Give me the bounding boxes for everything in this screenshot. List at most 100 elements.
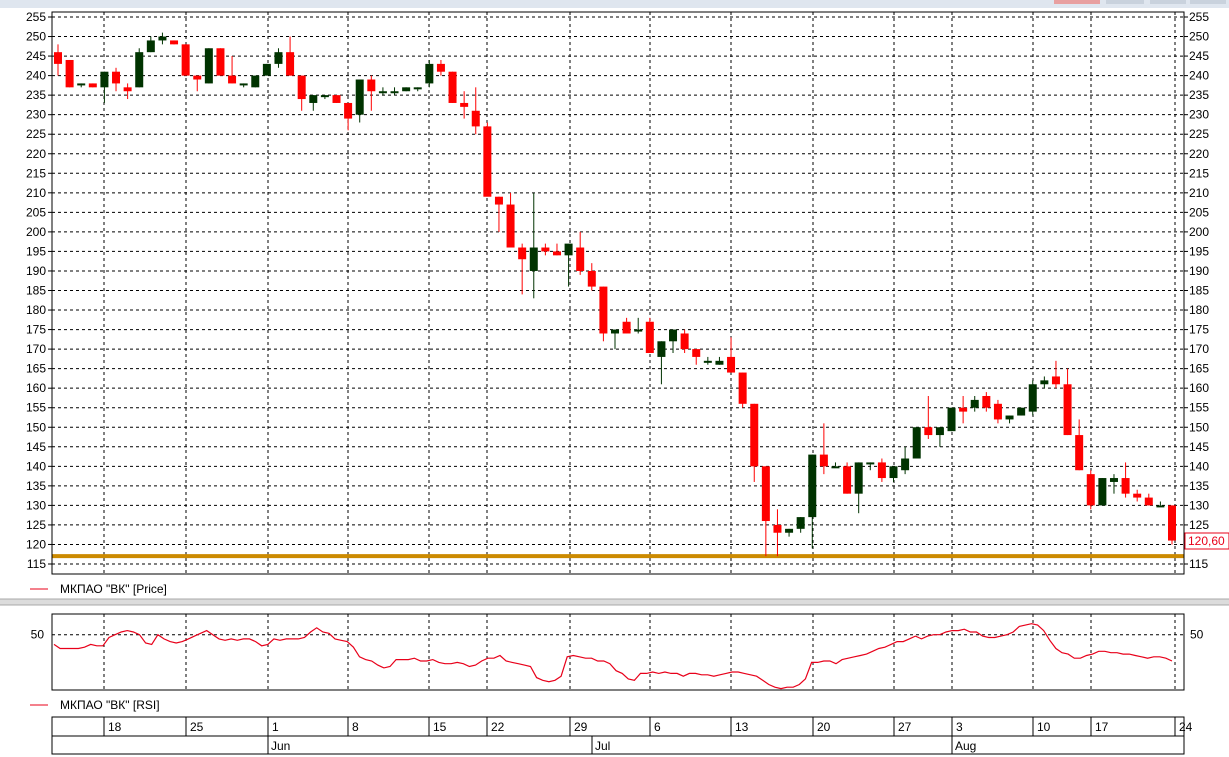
price-tick-label: 235 — [26, 88, 46, 102]
window-button[interactable] — [1190, 0, 1226, 4]
rsi-legend-label: МКПАО "ВК" [RSI] — [60, 698, 160, 712]
candle — [959, 395, 968, 424]
date-tick-label: 1 — [272, 720, 279, 734]
candle — [413, 87, 422, 92]
candle-body — [181, 44, 190, 76]
candle-body — [657, 341, 666, 357]
window-button[interactable] — [1106, 0, 1144, 4]
rsi-tick-label: 50 — [31, 628, 45, 642]
candle-body — [727, 356, 736, 373]
candle-body — [785, 528, 794, 533]
date-tick-label: 27 — [898, 720, 912, 734]
price-tick-label: 140 — [26, 459, 46, 473]
candle-body — [262, 63, 271, 76]
candle-body — [1086, 474, 1095, 506]
price-tick-label: 175 — [1189, 323, 1209, 337]
candle — [228, 56, 237, 84]
candle — [854, 462, 863, 514]
candle-body — [436, 63, 445, 72]
candle-body — [1075, 435, 1084, 471]
candle — [796, 517, 805, 533]
date-tick-label: 22 — [491, 720, 505, 734]
date-tick-label: 8 — [352, 720, 359, 734]
price-tick-label: 205 — [1189, 205, 1209, 219]
candle-body — [1017, 407, 1026, 416]
candle — [564, 243, 573, 287]
price-tick-label: 255 — [1189, 10, 1209, 24]
candle-body — [239, 83, 248, 86]
price-tick-label: 120 — [26, 537, 46, 551]
candle — [1063, 368, 1072, 436]
candle-body — [819, 454, 828, 467]
price-tick-label: 210 — [26, 186, 46, 200]
price-tick-label: 225 — [1189, 127, 1209, 141]
candle — [808, 454, 817, 549]
window-button[interactable] — [1054, 0, 1100, 4]
candle — [88, 83, 97, 88]
price-tick-label: 225 — [26, 127, 46, 141]
candle-body — [866, 462, 875, 465]
candle — [993, 399, 1002, 424]
candle — [355, 79, 364, 123]
date-axis: 18 25 1 8 15 22 29 6 13 20 27 3 10 17 24Jun Jul Aug — [51, 716, 1193, 755]
candle — [889, 466, 898, 482]
price-tick-label: 195 — [26, 244, 46, 258]
candle — [448, 71, 457, 103]
candle — [1109, 474, 1118, 494]
candle-body — [993, 403, 1002, 420]
date-tick-label: 3 — [956, 720, 963, 734]
candle-body — [831, 466, 840, 469]
price-tick-label: 175 — [26, 323, 46, 337]
candle — [1121, 462, 1130, 498]
candle — [204, 48, 213, 84]
price-tick-label: 215 — [1189, 166, 1209, 180]
candle-body — [413, 87, 422, 90]
candle-body — [332, 95, 341, 103]
candle-body — [216, 48, 225, 76]
candle-body — [970, 399, 979, 408]
candle — [402, 87, 411, 92]
price-tick-label: 170 — [26, 342, 46, 356]
candle-body — [692, 349, 701, 357]
candle-body — [88, 83, 97, 88]
candle — [622, 317, 631, 334]
price-tick-label: 140 — [1189, 459, 1209, 473]
candle-body — [587, 270, 596, 287]
last-price-badge: 120,60 — [1184, 532, 1229, 550]
candle — [541, 243, 550, 256]
candle-body — [611, 329, 619, 334]
candle-body — [1040, 380, 1049, 385]
candle — [146, 36, 155, 53]
candle — [193, 75, 202, 92]
candle — [1075, 419, 1084, 471]
candle — [680, 329, 689, 354]
candle — [494, 196, 503, 232]
date-tick-label: 25 — [190, 720, 204, 734]
candle — [77, 83, 86, 88]
candle-body — [1156, 505, 1165, 508]
candle-body — [425, 63, 434, 84]
candle-body — [901, 458, 910, 471]
candlestick-series — [54, 32, 1176, 557]
window-button[interactable] — [1150, 0, 1186, 4]
price-legend: МКПАО "ВК" [Price] — [30, 582, 167, 596]
pane-splitter[interactable] — [0, 599, 1229, 605]
price-tick-label: 135 — [1189, 479, 1209, 493]
candle-body — [1133, 493, 1142, 498]
candle — [262, 63, 271, 76]
candle-body — [448, 71, 457, 103]
candle — [112, 67, 121, 92]
price-tick-label: 185 — [26, 284, 46, 298]
candle — [750, 403, 759, 482]
candle-body — [135, 52, 144, 88]
candle — [947, 407, 956, 432]
price-tick-label: 170 — [1189, 342, 1209, 356]
candle — [634, 317, 643, 334]
price-tick-label: 190 — [26, 264, 46, 278]
candle — [123, 83, 132, 100]
candle-body — [622, 321, 631, 334]
price-tick-label: 220 — [26, 147, 46, 161]
month-label: Jun — [271, 739, 290, 753]
candle — [286, 36, 295, 76]
candle-body — [541, 247, 550, 252]
